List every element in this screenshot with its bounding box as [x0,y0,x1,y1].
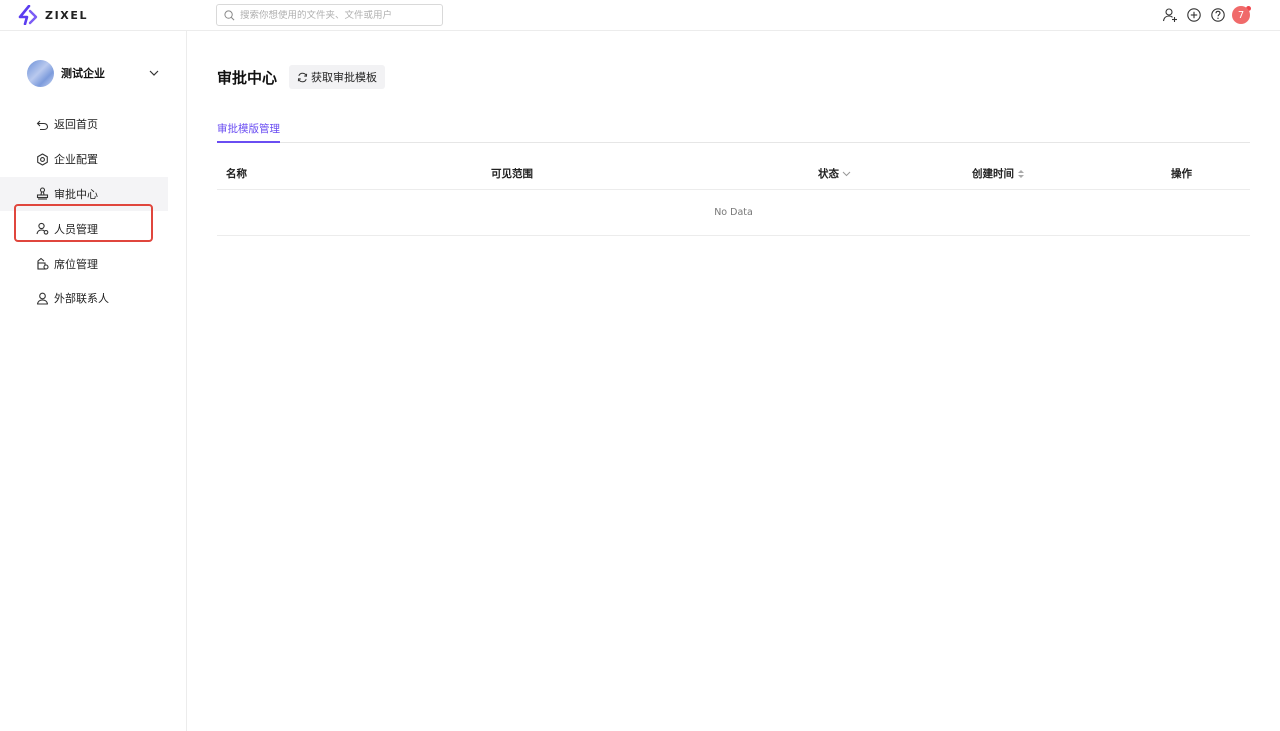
tab-active-indicator [217,141,280,143]
plus-circle-icon[interactable] [1186,7,1202,23]
sort-icon[interactable] [1017,169,1025,179]
sidebar-item-enterprise-config[interactable]: 企业配置 [0,142,187,177]
fetch-template-label: 获取审批模板 [311,71,377,84]
sidebar-item-label: 企业配置 [54,153,98,167]
logo[interactable]: ZIXEL [18,5,88,25]
seat-icon [36,257,49,270]
sidebar-item-label: 席位管理 [54,257,98,271]
zixel-logo-icon [18,5,38,25]
gear-icon [36,153,49,166]
back-arrow-icon [36,118,49,131]
table-header: 名称 可见范围 状态 创建时间 操作 [217,157,1250,190]
org-switcher[interactable]: 测试企业 [27,59,162,87]
filter-chevron-icon[interactable] [842,169,851,178]
refresh-icon [297,72,308,83]
template-table: 名称 可见范围 状态 创建时间 操作 No Data [217,157,1250,236]
tab-label: 审批模版管理 [217,123,280,135]
column-header-label: 状态 [818,168,839,180]
sidebar-item-label: 外部联系人 [54,292,109,306]
column-created-time[interactable]: 创建时间 [972,166,1025,181]
tab-bar: 审批模版管理 [217,121,1250,143]
contact-icon [36,292,49,305]
column-status[interactable]: 状态 [818,166,851,181]
fetch-template-button[interactable]: 获取审批模板 [289,65,385,89]
column-actions: 操作 [1171,166,1192,181]
search-input[interactable] [240,9,435,21]
help-icon[interactable] [1210,7,1226,23]
sidebar-item-label: 审批中心 [54,187,98,201]
sidebar-item-external-contacts[interactable]: 外部联系人 [0,281,187,316]
sidebar-item-home[interactable]: 返回首页 [0,107,187,142]
column-name: 名称 [226,166,247,181]
column-header-label: 创建时间 [972,168,1014,180]
org-name: 测试企业 [61,67,105,80]
top-bar: ZIXEL 搜索你想使用的文件夹、文件或用户 7 [0,0,1280,31]
column-scope: 可见范围 [491,166,533,181]
search-box[interactable] [216,4,443,26]
user-avatar[interactable]: 7 [1232,6,1250,24]
add-user-icon[interactable] [1162,7,1178,23]
search-icon [224,9,235,20]
tab-template-management[interactable]: 审批模版管理 [217,121,280,143]
org-avatar [27,59,54,87]
sidebar-item-seat-management[interactable]: 席位管理 [0,246,187,281]
highlight-box [14,204,153,242]
page-title: 审批中心 [217,69,278,87]
sidebar: 测试企业 返回首页 企业配置 审批中心 人员管理 席位管理 外部联系人 [0,31,187,731]
column-header-label: 操作 [1171,168,1192,180]
brand-name: ZIXEL [45,8,89,22]
table-empty-state: No Data [217,190,1250,236]
stamp-icon [36,187,49,201]
column-header-label: 可见范围 [491,168,533,180]
sidebar-item-label: 返回首页 [54,118,98,132]
column-header-label: 名称 [226,168,247,180]
main-content: 审批中心 获取审批模板 审批模版管理 名称 可见范围 状态 创建时间 操作 No… [187,31,1280,731]
chevron-down-icon[interactable] [148,67,160,79]
